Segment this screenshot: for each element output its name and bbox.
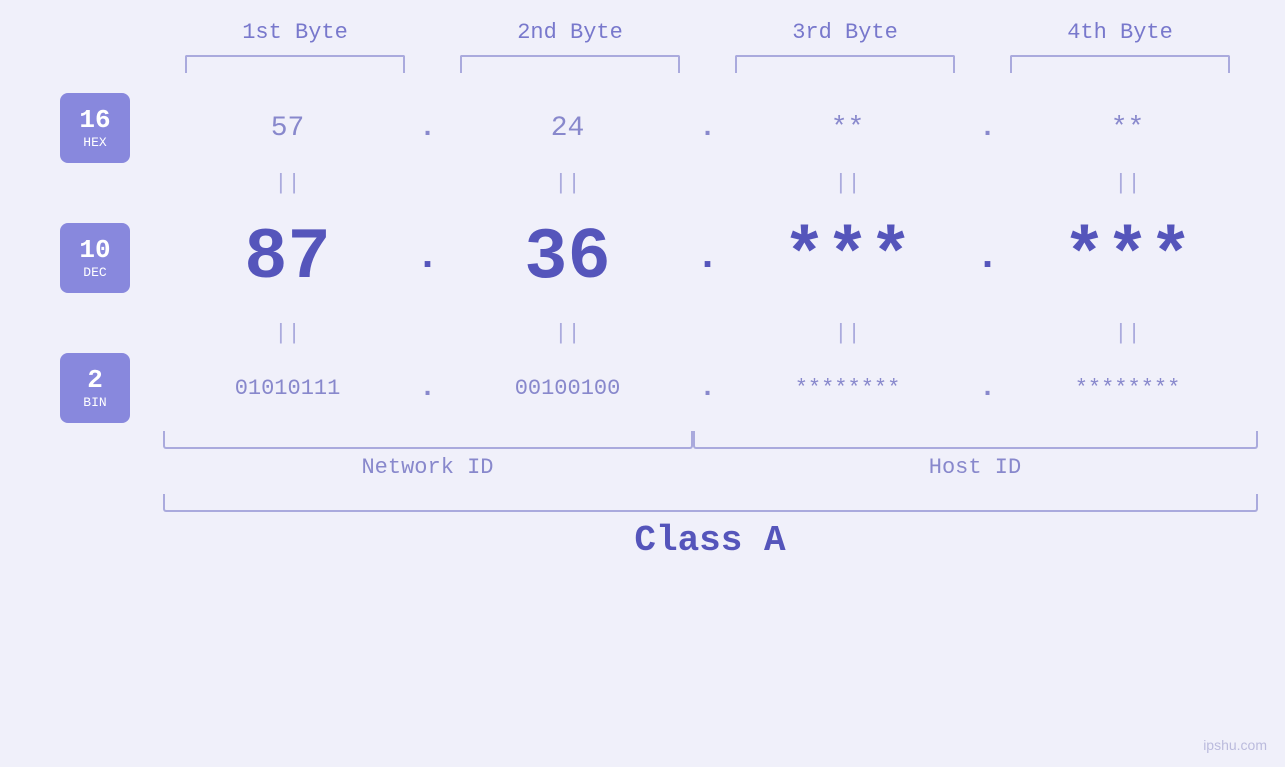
badge-dec-spacer: 10 DEC [60, 203, 130, 313]
dec-row: 87 . 36 . *** . *** [163, 203, 1258, 313]
hex-row: 57 . 24 . ** . ** [163, 93, 1258, 163]
hex-b1: 57 [163, 113, 413, 144]
dec-b2: 36 [443, 203, 693, 313]
hex-b2: 24 [443, 113, 693, 144]
bin-dot2: . [693, 373, 723, 404]
dec-dot1: . [413, 203, 443, 313]
hex-dot2: . [693, 113, 723, 144]
bottom-brackets-row [163, 431, 1258, 449]
class-bracket [163, 494, 1258, 512]
byte4-header: 4th Byte [995, 20, 1245, 45]
bin-badge: 2 BIN [60, 353, 130, 423]
dec-dot2: . [693, 203, 723, 313]
bin-dot3: . [973, 373, 1003, 404]
hex-badge-number: 16 [79, 106, 110, 135]
byte-headers-row: 1st Byte 2nd Byte 3rd Byte 4th Byte [158, 20, 1258, 45]
bracket-byte3 [735, 55, 955, 73]
bracket-byte1 [185, 55, 405, 73]
host-id-label: Host ID [693, 455, 1258, 480]
page-container: 1st Byte 2nd Byte 3rd Byte 4th Byte 16 H… [0, 0, 1285, 767]
badge-bin-spacer: 2 BIN [60, 353, 130, 423]
sep2-b1: || [163, 321, 413, 346]
bin-badge-number: 2 [87, 366, 103, 395]
dec-b3: *** [723, 203, 973, 313]
dec-dot3: . [973, 203, 1003, 313]
hex-dot1: . [413, 113, 443, 144]
main-layout: 16 HEX 10 DEC 2 BIN [28, 93, 1258, 423]
sep1-b1: || [163, 171, 413, 196]
hex-dot3: . [973, 113, 1003, 144]
dec-b4: *** [1003, 203, 1253, 313]
bin-dot1: . [413, 373, 443, 404]
bottom-labels-row: Network ID Host ID [163, 455, 1258, 480]
hex-b4: ** [1003, 113, 1253, 144]
data-content: 57 . 24 . ** . ** || || || || 87 [163, 93, 1258, 423]
host-id-bracket [693, 431, 1258, 449]
sep1-b4: || [1003, 171, 1253, 196]
bin-badge-label: BIN [83, 395, 106, 410]
sep1-b3: || [723, 171, 973, 196]
dec-badge-number: 10 [79, 236, 110, 265]
sep-row-1: || || || || [163, 163, 1258, 203]
hex-badge-label: HEX [83, 135, 106, 150]
badge-hex-spacer: 16 HEX [60, 93, 130, 163]
bottom-labels-area: Network ID Host ID Class A [163, 431, 1258, 561]
top-brackets [158, 55, 1258, 73]
network-id-label: Network ID [163, 455, 693, 480]
bottom-bracket-section: Network ID Host ID Class A [28, 431, 1258, 561]
bin-b2: 00100100 [443, 376, 693, 401]
dec-badge-label: DEC [83, 265, 106, 280]
class-label: Class A [163, 520, 1258, 561]
bracket-byte2 [460, 55, 680, 73]
byte3-header: 3rd Byte [720, 20, 970, 45]
badges-column: 16 HEX 10 DEC 2 BIN [28, 93, 163, 423]
network-id-bracket [163, 431, 693, 449]
sep2-b2: || [443, 321, 693, 346]
watermark: ipshu.com [1203, 737, 1267, 753]
bin-b1: 01010111 [163, 376, 413, 401]
byte1-header: 1st Byte [170, 20, 420, 45]
byte2-header: 2nd Byte [445, 20, 695, 45]
dec-badge: 10 DEC [60, 223, 130, 293]
dec-b1: 87 [163, 203, 413, 313]
sep2-b4: || [1003, 321, 1253, 346]
hex-badge: 16 HEX [60, 93, 130, 163]
bin-b3: ******** [723, 376, 973, 401]
hex-b3: ** [723, 113, 973, 144]
bin-b4: ******** [1003, 376, 1253, 401]
bin-row: 01010111 . 00100100 . ******** . *******… [163, 353, 1258, 423]
sep2-b3: || [723, 321, 973, 346]
sep1-b2: || [443, 171, 693, 196]
sep-row-2: || || || || [163, 313, 1258, 353]
bracket-byte4 [1010, 55, 1230, 73]
